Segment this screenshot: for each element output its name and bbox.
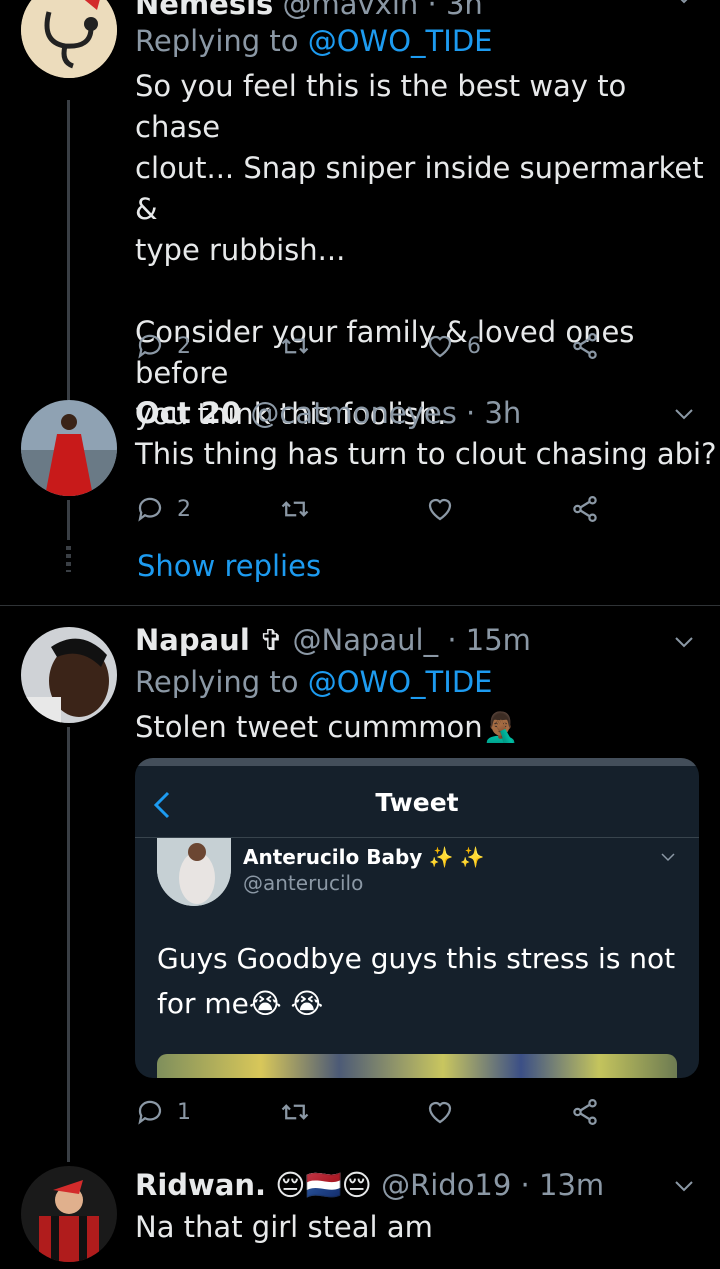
chevron-down-icon[interactable]	[672, 0, 696, 10]
tweet-header: Nemesis @mavxin · 3h	[135, 0, 483, 22]
tweet-actions: 2	[135, 489, 615, 529]
tweet-text: Stolen tweet cummmon🤦🏾‍♂️	[135, 710, 519, 744]
share-button[interactable]	[570, 489, 600, 529]
tweet-text: This thing has turn to clout chasing abi…	[135, 437, 717, 471]
author-handle[interactable]: @catmoneyes · 3h	[250, 396, 521, 430]
embed-status-bar	[135, 758, 699, 766]
reply-icon	[138, 1100, 162, 1125]
share-button[interactable]	[570, 326, 600, 366]
author-emoji: 😔🇳🇱😔	[275, 1168, 372, 1202]
tweet-header: Napaul ✞ @Napaul_ · 15m	[135, 622, 531, 658]
avatar[interactable]	[21, 400, 117, 496]
embed-author-handle: @anterucilo	[243, 871, 364, 895]
tweet-header: Oct 20 @catmoneyes · 3h	[135, 395, 521, 431]
crying-emoji: 😭 😭	[248, 987, 324, 1020]
stethoscope-avatar-image	[21, 0, 117, 78]
reply-button[interactable]: 2	[135, 326, 191, 366]
author-handle[interactable]: @mavxin · 3h	[283, 0, 483, 21]
avatar[interactable]	[21, 1166, 117, 1262]
avatar[interactable]	[21, 627, 117, 723]
chevron-down-icon[interactable]	[672, 1174, 696, 1198]
thread-line	[67, 727, 70, 1162]
embed-image-strip	[157, 1054, 677, 1078]
thread-line	[67, 100, 70, 400]
avatar[interactable]	[21, 0, 117, 78]
retweet-button[interactable]	[280, 1092, 310, 1132]
replying-to: Replying to @OWO_TIDE	[135, 665, 493, 699]
share-icon	[573, 496, 597, 522]
like-button[interactable]: 6	[425, 326, 481, 366]
retweet-button[interactable]	[280, 489, 310, 529]
like-button[interactable]	[425, 489, 455, 529]
retweet-icon	[281, 501, 309, 517]
replying-to-link[interactable]: @OWO_TIDE	[308, 24, 493, 58]
replying-to: Replying to @OWO_TIDE	[135, 24, 493, 58]
tweet-actions: 2 6	[135, 326, 615, 366]
replying-to-link[interactable]: @OWO_TIDE	[308, 665, 493, 699]
heart-icon	[428, 1101, 452, 1124]
heart-icon	[428, 335, 452, 358]
tweet-header: Ridwan. 😔🇳🇱😔 @Rido19 · 13m	[135, 1167, 604, 1203]
like-button[interactable]	[425, 1092, 455, 1132]
share-icon	[573, 1099, 597, 1125]
red-dress-avatar-image	[21, 400, 117, 496]
embed-author-name: Anterucilo Baby	[243, 845, 423, 869]
retweet-button[interactable]	[280, 326, 310, 366]
chevron-down-icon[interactable]	[672, 402, 696, 426]
author-handle[interactable]: @Napaul_ · 15m	[293, 623, 531, 657]
tweet-text: So you feel this is the best way to chas…	[135, 69, 704, 431]
retweet-icon	[281, 1104, 309, 1120]
ac-milan-avatar-image	[21, 1166, 117, 1262]
thread-dots	[66, 546, 71, 572]
reply-button[interactable]: 1	[135, 1092, 191, 1132]
author-name[interactable]: Napaul	[135, 623, 250, 657]
chevron-down-icon	[661, 853, 675, 862]
tweet-text: Na that girl steal am	[135, 1210, 433, 1244]
embed-header-title: Tweet	[375, 788, 459, 817]
author-name[interactable]: Ridwan.	[135, 1168, 266, 1202]
cross-badge: ✞	[258, 623, 284, 657]
share-icon	[573, 333, 597, 359]
selfie-avatar-image	[21, 627, 117, 723]
thread-line	[67, 500, 70, 540]
embed-text: Guys Goodbye guys this stress is not for…	[157, 942, 676, 1020]
author-name[interactable]: Oct 20	[135, 396, 241, 430]
embed-author: Anterucilo Baby ✨ ✨	[243, 844, 485, 870]
share-button[interactable]	[570, 1092, 600, 1132]
embed-avatar	[157, 838, 231, 906]
facepalm-emoji: 🤦🏾‍♂️	[482, 710, 519, 744]
chevron-down-icon[interactable]	[672, 630, 696, 654]
divider	[0, 605, 720, 606]
author-handle[interactable]: @Rido19 · 13m	[381, 1168, 604, 1202]
show-replies-link[interactable]: Show replies	[137, 546, 321, 586]
tweet-actions: 1	[135, 1092, 615, 1132]
author-name[interactable]: Nemesis	[135, 0, 273, 21]
sparkles-emoji: ✨ ✨	[428, 845, 485, 869]
retweet-icon	[281, 338, 309, 354]
embedded-screenshot[interactable]: Tweet Anterucilo Baby ✨ ✨ @anterucilo Gu…	[135, 758, 699, 1078]
heart-icon	[428, 498, 452, 521]
reply-button[interactable]: 2	[135, 489, 191, 529]
reply-icon	[138, 497, 162, 522]
reply-icon	[138, 334, 162, 359]
